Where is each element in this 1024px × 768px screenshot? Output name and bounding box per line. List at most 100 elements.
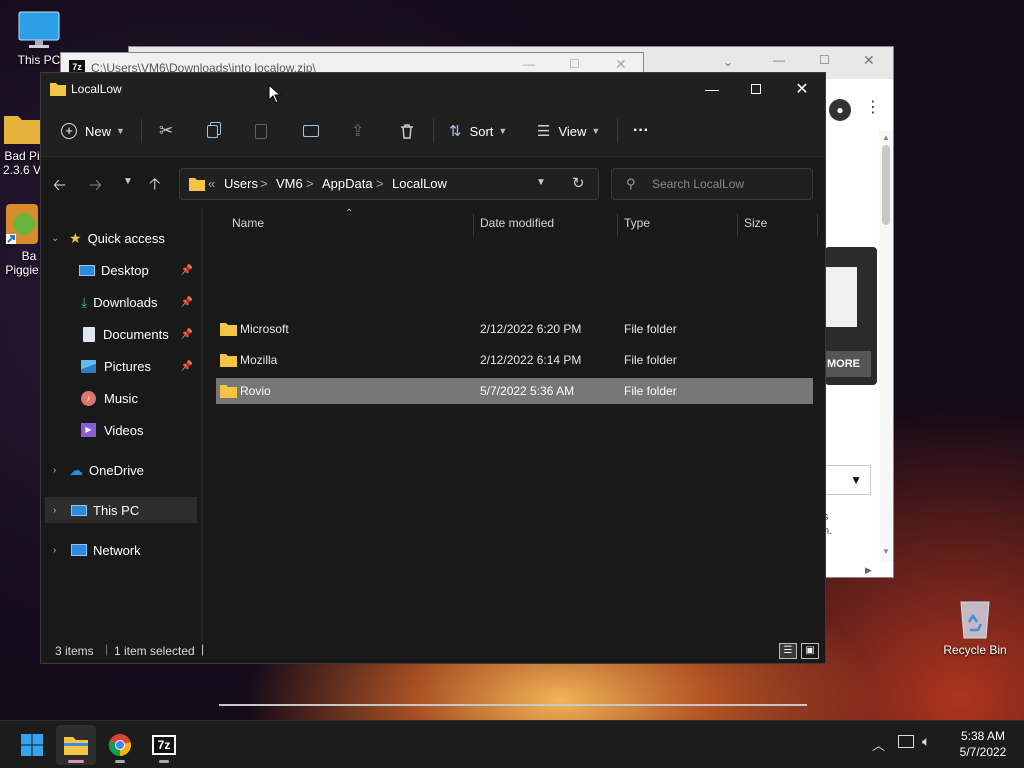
profile-icon[interactable]: ● [829, 99, 851, 121]
horizontal-scrollbar[interactable] [219, 704, 807, 706]
computer-icon [71, 504, 87, 516]
breadcrumb-separator[interactable]: > [376, 169, 384, 199]
close-icon[interactable]: ✕ [863, 52, 875, 69]
column-divider[interactable] [737, 214, 738, 236]
show-hidden-icons-button[interactable]: ︿ [872, 735, 885, 754]
delete-button[interactable] [399, 115, 415, 147]
nav-this-pc[interactable]: › This PC [45, 497, 197, 523]
chevron-down-icon[interactable]: ▼ [536, 177, 546, 188]
scroll-down-icon[interactable]: ▼ [882, 547, 890, 556]
more-button[interactable]: MORE [825, 351, 871, 377]
maximize-icon[interactable]: ☐ [569, 57, 580, 71]
clock-date: 5/7/2022 [959, 745, 1007, 759]
nav-onedrive[interactable]: › ☁ OneDrive [45, 457, 197, 483]
column-header-size[interactable]: Size [744, 216, 767, 230]
close-icon[interactable]: ✕ [615, 56, 627, 73]
sort-label: Sort [469, 123, 494, 139]
breadcrumb-overflow[interactable]: « [208, 169, 215, 199]
volume-icon[interactable]: 🔈︎ [922, 733, 930, 750]
scroll-right-icon[interactable]: ▶ [865, 565, 872, 576]
clock[interactable]: 5:38 AM 5/7/2022 [952, 728, 1014, 760]
view-button[interactable]: ☰ View ▼ [537, 115, 600, 147]
copy-icon [207, 124, 218, 138]
column-header-date[interactable]: Date modified [480, 216, 554, 230]
column-header-name[interactable]: Name [232, 216, 264, 230]
windows-icon [21, 734, 43, 756]
cell-type: File folder [624, 322, 677, 336]
pin-icon: 📌 [180, 360, 193, 372]
table-row[interactable]: Microsoft 2/12/2022 6:20 PM File folder [216, 316, 813, 342]
sort-button[interactable]: ⇅ Sort ▼ [449, 115, 507, 147]
minimize-icon: — [705, 81, 719, 97]
page-card-inner [825, 267, 857, 327]
rename-icon [303, 125, 319, 137]
nav-item-downloads[interactable]: ⤓ Downloads 📌 [45, 289, 197, 315]
network-status-icon[interactable] [898, 735, 914, 748]
details-view-button[interactable]: ☰ [779, 643, 797, 659]
desktop-icon-recycle-bin[interactable]: Recycle Bin [940, 596, 1010, 657]
column-divider[interactable] [473, 214, 474, 236]
search-icon: ⚲ [626, 176, 636, 191]
pin-icon: 📌 [180, 264, 193, 276]
cloud-icon: ☁ [69, 461, 83, 478]
nav-item-documents[interactable]: Documents 📌 [45, 321, 197, 347]
maximize-icon[interactable]: ☐ [819, 53, 830, 67]
rename-button[interactable] [303, 115, 319, 147]
maximize-button[interactable] [733, 73, 779, 105]
breadcrumb-locallow[interactable]: LocalLow [392, 169, 447, 199]
desktop-label: Recycle Bin [943, 643, 1007, 657]
nav-item-videos[interactable]: ▶ Videos [45, 417, 197, 443]
column-header-type[interactable]: Type [624, 216, 650, 230]
menu-icon[interactable]: ⋮ [865, 97, 881, 117]
nav-quick-access[interactable]: ⌄ ★ Quick access [45, 225, 197, 251]
videos-icon: ▶ [81, 423, 96, 437]
refresh-icon[interactable]: ↻ [572, 174, 585, 192]
nav-item-pictures[interactable]: Pictures 📌 [45, 353, 197, 379]
table-row-selected[interactable]: Rovio 5/7/2022 5:36 AM File folder [216, 378, 813, 404]
dropdown-arrow-icon[interactable]: ▼ [825, 465, 871, 495]
7zip-icon: 7z [152, 735, 176, 755]
nav-network[interactable]: › Network [45, 537, 197, 563]
start-button[interactable] [12, 725, 52, 765]
copy-button[interactable] [207, 115, 218, 147]
scroll-up-icon[interactable]: ▲ [882, 133, 890, 142]
chevron-down-icon: ▼ [498, 126, 508, 136]
nav-item-music[interactable]: ♪ Music [45, 385, 197, 411]
nav-item-desktop[interactable]: Desktop 📌 [45, 257, 197, 283]
cell-date: 2/12/2022 6:14 PM [480, 353, 582, 367]
file-explorer-window[interactable]: LocalLow — ✕ + New ▼ ✂ ⇪ ⇅ Sort ▼ ☰ View… [40, 72, 826, 706]
share-button[interactable]: ⇪ [351, 115, 364, 147]
monitor-icon [18, 11, 60, 48]
minimize-icon[interactable]: — [773, 53, 785, 67]
status-bar: 3 items | 1 item selected | ☰ ▣ [41, 639, 825, 663]
paste-button[interactable] [255, 115, 267, 147]
search-input[interactable]: ⚲ Search LocalLow [611, 168, 813, 200]
taskbar-7zip[interactable]: 7z [144, 725, 184, 765]
breadcrumb-appdata[interactable]: AppData [322, 169, 373, 199]
chevron-down-icon[interactable]: ⌄ [723, 55, 733, 69]
music-icon: ♪ [81, 390, 96, 406]
taskbar-chrome[interactable] [100, 725, 140, 765]
scrollbar[interactable]: ▲ ▼ [879, 131, 893, 561]
breadcrumb-users[interactable]: Users [224, 169, 258, 199]
folder-icon [220, 354, 237, 367]
minimize-button[interactable]: — [689, 73, 735, 105]
nav-label: Music [104, 390, 138, 406]
column-divider[interactable] [617, 214, 618, 236]
minimize-icon[interactable]: — [523, 57, 535, 71]
table-row[interactable]: Mozilla 2/12/2022 6:14 PM File folder [216, 347, 813, 373]
taskbar-file-explorer[interactable] [56, 725, 96, 765]
documents-icon [83, 326, 95, 342]
address-bar[interactable]: « Users > VM6 > AppData > LocalLow ▼ ↻ [179, 168, 599, 200]
column-divider[interactable] [817, 214, 818, 236]
scrollbar-thumb[interactable] [882, 145, 890, 225]
cell-type: File folder [624, 384, 677, 398]
breadcrumb-separator[interactable]: > [260, 169, 268, 199]
breadcrumb-separator[interactable]: > [306, 169, 314, 199]
thumbnail-view-button[interactable]: ▣ [801, 643, 819, 659]
close-icon: ✕ [795, 81, 809, 98]
breadcrumb-vm6[interactable]: VM6 [276, 169, 303, 199]
close-button[interactable]: ✕ [779, 73, 825, 105]
see-more-button[interactable]: ··· [633, 115, 649, 147]
chrome-icon [108, 734, 131, 757]
